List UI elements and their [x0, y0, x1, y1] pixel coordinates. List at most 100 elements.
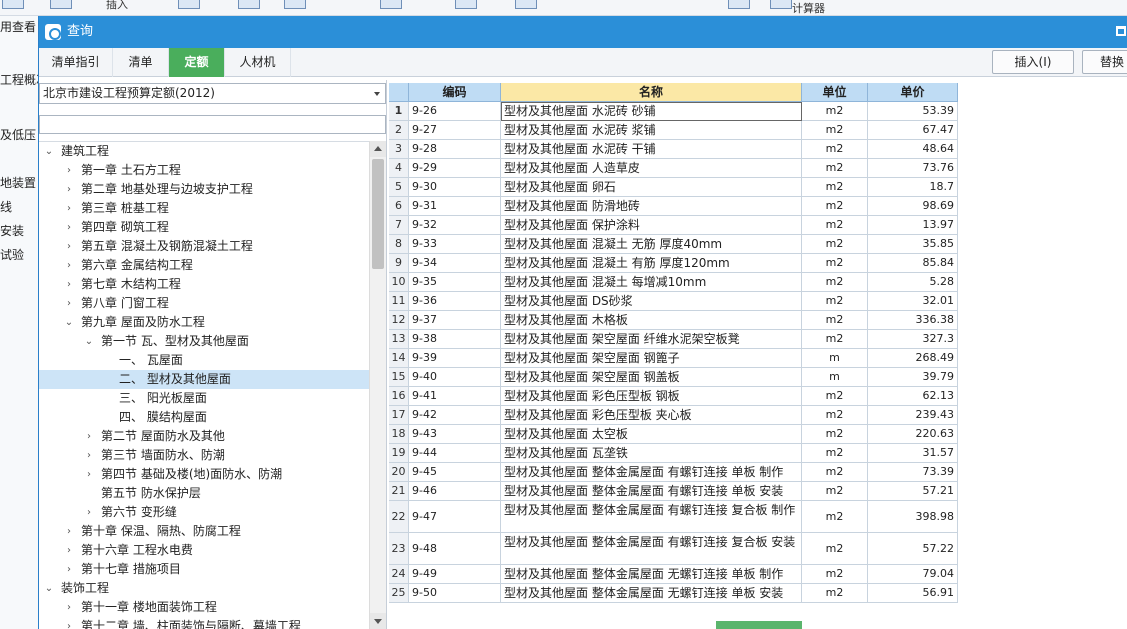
bg-left-item[interactable]: 线: [0, 198, 12, 215]
price-cell[interactable]: 5.28: [868, 273, 958, 292]
code-cell[interactable]: 9-49: [409, 565, 501, 584]
unit-header[interactable]: 单位: [802, 83, 868, 102]
chevron-right-icon[interactable]: ›: [63, 522, 75, 541]
code-cell[interactable]: 9-41: [409, 387, 501, 406]
code-cell[interactable]: 9-50: [409, 584, 501, 603]
unit-cell[interactable]: m2: [802, 140, 868, 159]
chevron-right-icon[interactable]: ›: [63, 560, 75, 579]
calculator-icon[interactable]: [770, 0, 792, 9]
table-row[interactable]: 12 9-37 型材及其他屋面 木格板 m2 336.38: [389, 311, 959, 330]
name-cell[interactable]: 型材及其他屋面 木格板: [501, 311, 802, 330]
tree-node[interactable]: ⌄ 第九章 屋面及防水工程: [39, 313, 369, 332]
scroll-down-icon[interactable]: [370, 613, 386, 629]
code-cell[interactable]: 9-45: [409, 463, 501, 482]
name-cell[interactable]: 型材及其他屋面 整体金属屋面 无螺钉连接 单板 安装: [501, 584, 802, 603]
name-cell[interactable]: 型材及其他屋面 整体金属屋面 有螺钉连接 单板 安装: [501, 482, 802, 501]
unit-cell[interactable]: m2: [802, 292, 868, 311]
price-cell[interactable]: 85.84: [868, 254, 958, 273]
tree-node[interactable]: 三、 阳光板屋面: [39, 389, 369, 408]
chevron-right-icon[interactable]: ›: [63, 199, 75, 218]
price-cell[interactable]: 79.04: [868, 565, 958, 584]
price-cell[interactable]: 398.98: [868, 501, 958, 533]
table-row[interactable]: 25 9-50 型材及其他屋面 整体金属屋面 无螺钉连接 单板 安装 m2 56.91: [389, 584, 959, 603]
unit-cell[interactable]: m2: [802, 463, 868, 482]
maximize-icon[interactable]: [1116, 26, 1126, 36]
price-cell[interactable]: 98.69: [868, 197, 958, 216]
table-row[interactable]: 6 9-31 型材及其他屋面 防滑地砖 m2 98.69: [389, 197, 959, 216]
table-row[interactable]: 2 9-27 型材及其他屋面 水泥砖 浆铺 m2 67.47: [389, 121, 959, 140]
table-row[interactable]: 10 9-35 型材及其他屋面 混凝土 每增减10mm m2 5.28: [389, 273, 959, 292]
bottom-ok-button[interactable]: [716, 621, 802, 629]
price-cell[interactable]: 13.97: [868, 216, 958, 235]
table-row[interactable]: 1 9-26 型材及其他屋面 水泥砖 砂铺 m2 53.39: [389, 102, 959, 121]
chevron-right-icon[interactable]: ›: [83, 465, 95, 484]
tab-bill-guide[interactable]: 清单指引: [39, 48, 113, 77]
price-cell[interactable]: 220.63: [868, 425, 958, 444]
table-row[interactable]: 20 9-45 型材及其他屋面 整体金属屋面 有螺钉连接 单板 制作 m2 73.39: [389, 463, 959, 482]
chevron-right-icon[interactable]: ›: [83, 427, 95, 446]
refresh-icon[interactable]: [455, 0, 477, 9]
search-icon[interactable]: [2, 0, 24, 9]
price-cell[interactable]: 18.7: [868, 178, 958, 197]
code-cell[interactable]: 9-38: [409, 330, 501, 349]
price-cell[interactable]: 73.39: [868, 463, 958, 482]
table-row[interactable]: 23 9-48 型材及其他屋面 整体金属屋面 有螺钉连接 复合板 安装 m2 57.22: [389, 533, 959, 565]
unit-cell[interactable]: m2: [802, 425, 868, 444]
bg-calculator-label[interactable]: 计算器: [792, 3, 825, 15]
price-cell[interactable]: 53.39: [868, 102, 958, 121]
unit-cell[interactable]: m2: [802, 178, 868, 197]
name-cell[interactable]: 型材及其他屋面 整体金属屋面 有螺钉连接 复合板 安装: [501, 533, 802, 565]
replace-button[interactable]: 替换: [1082, 50, 1127, 74]
table-row[interactable]: 9 9-34 型材及其他屋面 混凝土 有筋 厚度120mm m2 85.84: [389, 254, 959, 273]
bg-left-item[interactable]: 地装置: [0, 174, 36, 191]
table-row[interactable]: 15 9-40 型材及其他屋面 架空屋面 钢盖板 m 39.79: [389, 368, 959, 387]
name-cell[interactable]: 型材及其他屋面 架空屋面 钢盖板: [501, 368, 802, 387]
chevron-right-icon[interactable]: ›: [63, 275, 75, 294]
chevron-right-icon[interactable]: ›: [63, 617, 75, 629]
tree-node[interactable]: › 第四章 砌筑工程: [39, 218, 369, 237]
unit-cell[interactable]: m2: [802, 273, 868, 292]
chevron-down-icon[interactable]: [374, 92, 380, 96]
bg-left-item[interactable]: 安装: [0, 222, 24, 239]
name-cell[interactable]: 型材及其他屋面 保护涂料: [501, 216, 802, 235]
unit-cell[interactable]: m: [802, 368, 868, 387]
name-cell[interactable]: 型材及其他屋面 水泥砖 砂铺: [501, 102, 802, 121]
chevron-right-icon[interactable]: ›: [63, 237, 75, 256]
price-cell[interactable]: 73.76: [868, 159, 958, 178]
tree-node[interactable]: › 第一章 土石方工程: [39, 161, 369, 180]
name-cell[interactable]: 型材及其他屋面 水泥砖 干铺: [501, 140, 802, 159]
unit-cell[interactable]: m2: [802, 254, 868, 273]
unit-cell[interactable]: m2: [802, 387, 868, 406]
insert-button[interactable]: 插入(I): [992, 50, 1074, 74]
price-cell[interactable]: 239.43: [868, 406, 958, 425]
tree-node[interactable]: 二、 型材及其他屋面: [39, 370, 369, 389]
price-cell[interactable]: 48.64: [868, 140, 958, 159]
name-cell[interactable]: 型材及其他屋面 架空屋面 钢篦子: [501, 349, 802, 368]
chevron-right-icon[interactable]: ›: [63, 598, 75, 617]
name-cell[interactable]: 型材及其他屋面 瓦垄铁: [501, 444, 802, 463]
tree-scrollbar[interactable]: [369, 141, 386, 629]
chevron-right-icon[interactable]: ›: [63, 161, 75, 180]
price-cell[interactable]: 57.21: [868, 482, 958, 501]
tree-node[interactable]: › 第十章 保温、隔热、防腐工程: [39, 522, 369, 541]
edit-icon[interactable]: [515, 0, 537, 9]
price-cell[interactable]: 57.22: [868, 533, 958, 565]
chevron-down-icon[interactable]: ⌄: [83, 332, 95, 351]
name-cell[interactable]: 型材及其他屋面 架空屋面 纤维水泥架空板凳: [501, 330, 802, 349]
name-cell[interactable]: 型材及其他屋面 DS砂浆: [501, 292, 802, 311]
quota-library-select[interactable]: 北京市建设工程预算定额(2012): [39, 83, 386, 104]
table-row[interactable]: 7 9-32 型材及其他屋面 保护涂料 m2 13.97: [389, 216, 959, 235]
unit-cell[interactable]: m2: [802, 565, 868, 584]
chevron-right-icon[interactable]: ›: [63, 541, 75, 560]
code-cell[interactable]: 9-32: [409, 216, 501, 235]
code-cell[interactable]: 9-28: [409, 140, 501, 159]
code-cell[interactable]: 9-33: [409, 235, 501, 254]
code-cell[interactable]: 9-36: [409, 292, 501, 311]
price-cell[interactable]: 35.85: [868, 235, 958, 254]
unit-cell[interactable]: m2: [802, 501, 868, 533]
name-cell[interactable]: 型材及其他屋面 太空板: [501, 425, 802, 444]
name-cell[interactable]: 型材及其他屋面 卵石: [501, 178, 802, 197]
unit-cell[interactable]: m2: [802, 584, 868, 603]
table-row[interactable]: 16 9-41 型材及其他屋面 彩色压型板 钢板 m2 62.13: [389, 387, 959, 406]
table-row[interactable]: 24 9-49 型材及其他屋面 整体金属屋面 无螺钉连接 单板 制作 m2 79.04: [389, 565, 959, 584]
